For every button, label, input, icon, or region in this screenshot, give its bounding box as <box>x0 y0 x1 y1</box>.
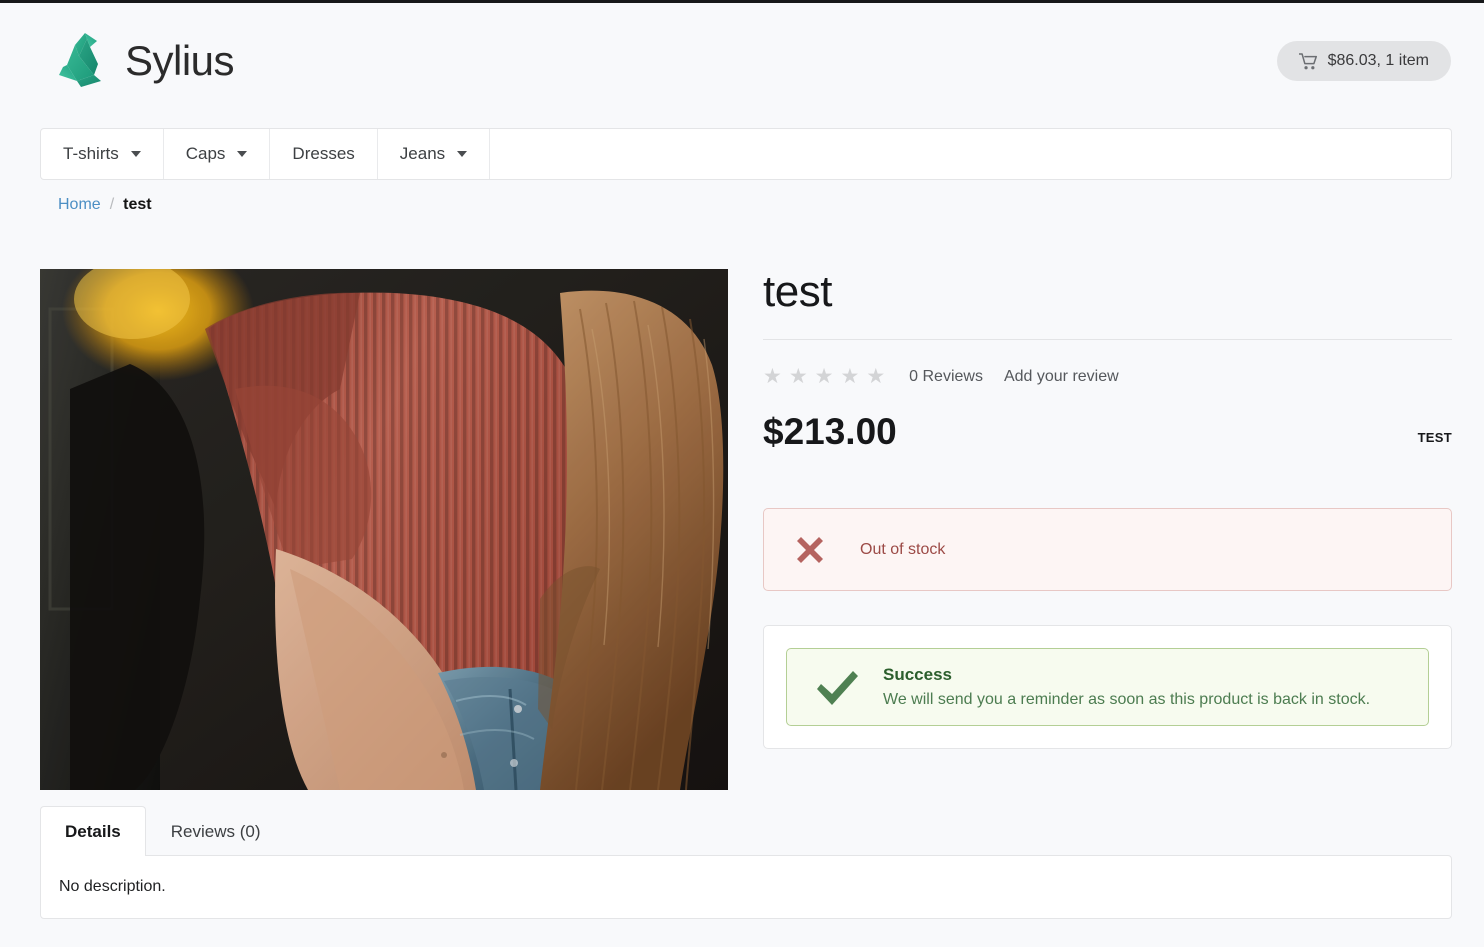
rating-stars[interactable]: ★ ★ ★ ★ ★ <box>763 366 885 387</box>
shopping-cart-icon <box>1298 52 1317 69</box>
out-of-stock-alert: Out of stock <box>763 508 1452 592</box>
nav-item-tshirts[interactable]: T-shirts <box>41 129 164 179</box>
nav-label: Dresses <box>292 144 355 163</box>
nav-item-caps[interactable]: Caps <box>164 129 271 179</box>
chevron-down-icon <box>237 151 248 157</box>
review-summary: ★ ★ ★ ★ ★ 0 Reviews Add your review <box>763 366 1452 387</box>
tab-details[interactable]: Details <box>40 806 146 856</box>
product-price: $213.00 <box>763 411 897 453</box>
site-logo-link[interactable]: Sylius <box>57 31 235 91</box>
chevron-down-icon <box>457 151 468 157</box>
main-navigation: T-shirts Caps Dresses Jeans <box>40 128 1452 180</box>
title-divider <box>763 339 1452 341</box>
breadcrumb-current: test <box>123 196 152 213</box>
breadcrumb-separator: / <box>109 196 115 213</box>
breadcrumb: Home / test <box>58 196 152 214</box>
tab-strip: Details Reviews (0) <box>40 806 1452 856</box>
product-brand-tag: TEST <box>1417 430 1452 446</box>
product-page: Sylius $86.03, 1 item T-shirts Caps Dres… <box>0 0 1484 947</box>
nav-label: Jeans <box>399 144 446 163</box>
star-icon: ★ <box>814 365 834 389</box>
nav-label: Caps <box>185 144 226 163</box>
tab-label: Reviews (0) <box>170 821 261 841</box>
tab-panel-details: No description. <box>40 855 1452 919</box>
brand-name: Sylius <box>125 37 235 84</box>
product-tabs: Details Reviews (0) No description. <box>40 806 1452 919</box>
sylius-swan-logo-icon <box>59 33 101 87</box>
success-text-block: Success We will send you a reminder as s… <box>883 665 1370 709</box>
site-header: Sylius $86.03, 1 item <box>0 3 1484 125</box>
tab-reviews[interactable]: Reviews (0) <box>146 806 286 856</box>
product-image[interactable] <box>40 269 728 790</box>
breadcrumb-home-link[interactable]: Home <box>58 196 101 214</box>
success-message: We will send you a reminder as soon as t… <box>883 691 1371 709</box>
star-icon: ★ <box>866 365 886 389</box>
nav-label: T-shirts <box>63 144 119 163</box>
nav-empty-space <box>490 129 1451 179</box>
star-icon: ★ <box>763 365 782 389</box>
nav-item-jeans[interactable]: Jeans <box>378 129 491 179</box>
check-icon <box>817 671 858 706</box>
star-icon: ★ <box>788 365 808 389</box>
add-review-link[interactable]: Add your review <box>1004 368 1119 386</box>
product-photo-graphic <box>40 269 728 790</box>
success-alert: Success We will send you a reminder as s… <box>786 648 1429 727</box>
success-title: Success <box>883 665 952 685</box>
star-icon: ★ <box>840 365 860 389</box>
page-title: test <box>763 267 832 316</box>
tab-label: Details <box>65 821 121 841</box>
cart-label: $86.03, 1 item <box>1327 52 1429 69</box>
out-of-stock-label: Out of stock <box>860 540 946 558</box>
cart-button[interactable]: $86.03, 1 item <box>1276 41 1451 81</box>
price-row: $213.00 TEST <box>763 413 1452 450</box>
product-description: No description. <box>59 878 166 895</box>
back-in-stock-card: Success We will send you a reminder as s… <box>763 625 1452 750</box>
reviews-count: 0 Reviews <box>909 367 983 385</box>
cross-icon <box>797 536 823 563</box>
product-info: test ★ ★ ★ ★ ★ 0 Reviews Add your review… <box>763 267 1452 750</box>
nav-item-dresses[interactable]: Dresses <box>270 129 378 179</box>
chevron-down-icon <box>130 151 141 157</box>
